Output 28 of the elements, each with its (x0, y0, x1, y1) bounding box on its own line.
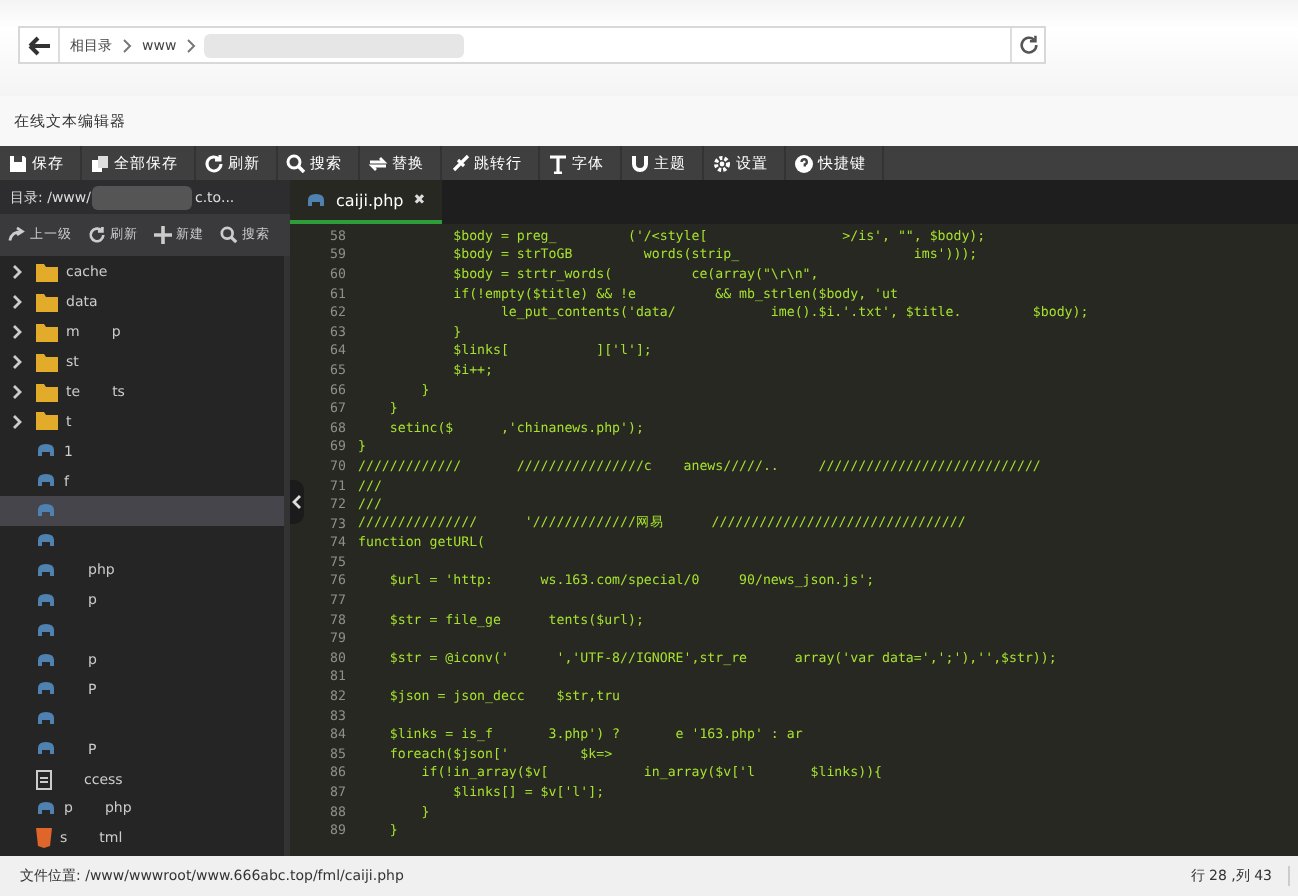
folder-icon (36, 412, 58, 431)
search-icon (220, 226, 238, 244)
save-icon (8, 153, 28, 173)
blurred-path (92, 185, 193, 209)
refresh-icon[interactable] (1010, 28, 1044, 62)
folder-icon (36, 323, 58, 342)
arrow-icon (8, 226, 26, 244)
folder-icon (36, 383, 58, 401)
font-icon (548, 153, 568, 173)
refresh-icon (204, 153, 224, 173)
search-icon (286, 153, 306, 173)
folder-icon (36, 353, 58, 372)
magnet-icon (630, 153, 650, 173)
refresh-icon (88, 226, 106, 244)
chevron-icon (186, 37, 197, 53)
plus-icon (154, 226, 172, 244)
help-icon (794, 153, 814, 173)
chevron-icon (122, 37, 132, 53)
tab-label: caiji.php (336, 191, 404, 209)
swap-icon (368, 153, 388, 173)
folder-icon (36, 263, 58, 282)
document-icon (36, 769, 52, 790)
folder-icon (36, 293, 58, 312)
html5-icon (36, 828, 52, 849)
collapse-sidebar-handle[interactable] (290, 480, 304, 524)
copy-icon (90, 153, 110, 173)
settings-icon (712, 153, 732, 173)
pin-icon (450, 153, 470, 173)
